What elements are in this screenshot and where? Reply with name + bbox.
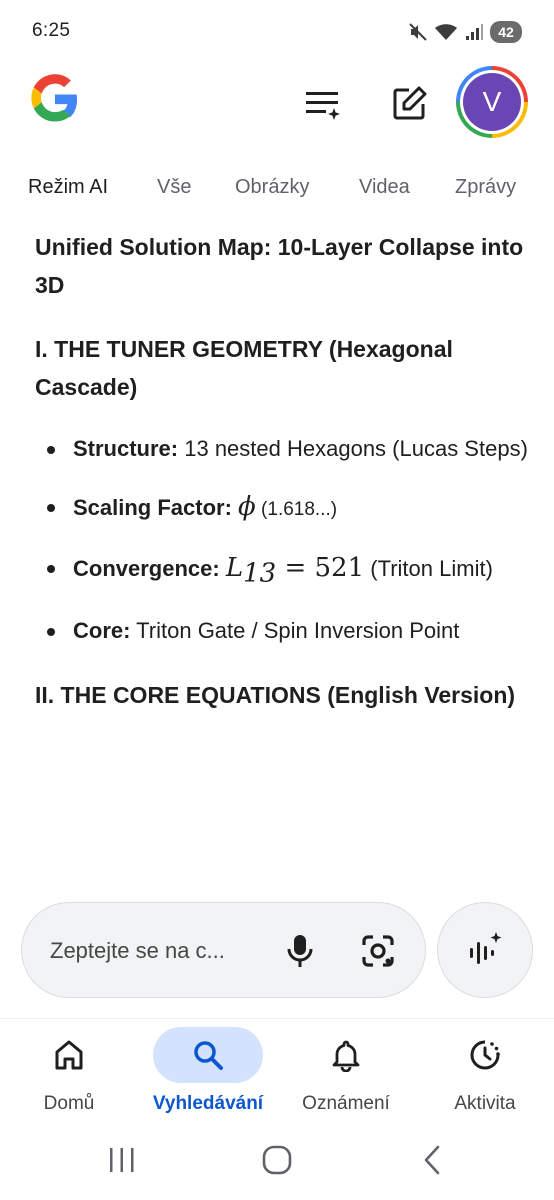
search-input[interactable]: Zeptejte se na c... [21,902,426,998]
list-item: Scaling Factor: ϕ (1.618...) [35,488,535,529]
list-item: Core: Triton Gate / Spin Inversion Point [35,612,535,650]
edit-square-icon [393,86,427,120]
mic-icon [287,935,313,967]
bullet-text: (1.618...) [255,499,338,520]
voice-search-button[interactable] [280,931,320,971]
bullet-text: Triton Gate / Spin Inversion Point [130,618,460,644]
bottom-navigation: Domů Vyhledávání Oznámení Aktivita [0,1018,554,1128]
signal-icon [466,24,483,40]
battery-indicator: 42 [490,21,522,43]
account-avatar-button[interactable]: V [456,66,528,138]
bullet-label: Structure: [73,436,179,461]
bullet-label: Convergence: [73,556,220,581]
bullet-label: Scaling Factor: [73,495,232,520]
new-chat-button[interactable] [387,82,431,126]
avatar: V [463,73,521,131]
tab-videos[interactable]: Videa [359,176,410,199]
ai-voice-mode-button[interactable] [437,902,533,998]
nav-label: Domů [43,1093,95,1114]
home-icon [55,1040,83,1070]
section-heading: II. THE CORE EQUATIONS (English Version) [35,682,516,709]
list-sparkle-icon [306,92,340,120]
status-time: 6:25 [32,20,71,41]
recent-apps-icon [110,1148,134,1172]
home-system-button[interactable] [253,1140,301,1180]
tab-news[interactable]: Zprávy [455,176,516,199]
google-logo-icon[interactable] [28,72,82,126]
list-item: Convergence: L13 = 521 (Triton Limit) [35,549,535,592]
bullet-text: 13 nested Hexagons (Lucas Steps) [178,436,528,461]
bullet-label: Core: [73,618,131,644]
history-button[interactable] [301,82,345,126]
ai-answer-content: Unified Solution Map: 10-Layer Collapse … [35,228,535,714]
tab-images[interactable]: Obrázky [235,176,309,199]
math-value: = 521 [276,553,365,583]
lens-icon [362,935,394,967]
waveform-sparkle-icon [470,932,502,964]
math-phi: ϕ [238,492,256,522]
bullet-list: Structure: 13 nested Hexagons (Lucas Ste… [35,430,535,650]
google-lens-button[interactable] [358,931,398,971]
bullet-text: (Triton Limit) [364,556,493,581]
home-circle-icon [262,1145,292,1175]
nav-label: Vyhledávání [152,1093,264,1114]
search-placeholder: Zeptejte se na c... [50,938,225,963]
bell-icon [332,1040,360,1072]
wifi-icon [435,24,457,40]
tab-all[interactable]: Vše [157,176,191,199]
search-tabs: Režim AI Vše Obrázky Videa Zprávy [0,170,554,210]
nav-activity[interactable]: Aktivita [416,1019,554,1129]
mute-icon [409,23,427,41]
nav-label: Oznámení [302,1093,390,1114]
status-icons: 42 [408,20,522,44]
answer-title: Unified Solution Map: 10-Layer Collapse … [35,234,524,298]
search-icon [194,1041,223,1070]
app-header: V [0,64,554,164]
activity-icon [470,1040,500,1070]
tab-ai-mode[interactable]: Režim AI [28,176,108,199]
math-subscript: 13 [243,558,277,589]
back-chevron-icon [424,1145,440,1175]
nav-notifications[interactable]: Oznámení [277,1019,415,1129]
nav-search[interactable]: Vyhledávání [139,1019,277,1129]
recent-apps-button[interactable] [98,1140,146,1180]
status-bar: 6:25 42 [0,0,554,64]
back-button[interactable] [408,1140,456,1180]
nav-label: Aktivita [454,1093,516,1114]
math-variable: L [225,553,244,583]
section-heading: I. THE TUNER GEOMETRY (Hexagonal Cascade… [35,336,453,400]
system-navigation-bar [0,1128,554,1200]
nav-home[interactable]: Domů [0,1019,138,1129]
list-item: Structure: 13 nested Hexagons (Lucas Ste… [35,430,535,468]
